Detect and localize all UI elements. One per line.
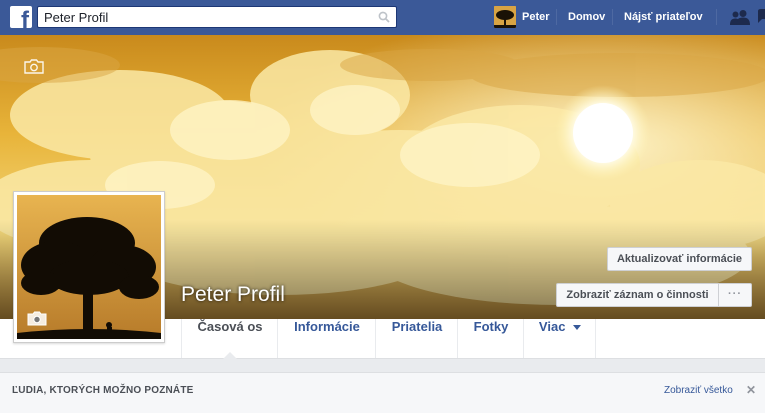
tab-label: Fotky — [473, 319, 509, 334]
camera-icon[interactable] — [27, 311, 47, 326]
tab-timeline[interactable]: Časová os — [181, 319, 278, 359]
active-tab-indicator — [223, 352, 237, 359]
more-options-button[interactable]: ··· — [718, 283, 752, 307]
profile-picture[interactable] — [17, 195, 161, 339]
facebook-logo-icon[interactable]: f — [10, 6, 32, 28]
nav-user-name: Peter — [522, 11, 550, 23]
tab-more[interactable]: Viac — [523, 319, 596, 358]
avatar — [494, 6, 516, 28]
dropdown-caret-icon — [573, 325, 582, 331]
tab-label: Viac — [538, 319, 566, 334]
tab-label: Časová os — [197, 319, 263, 334]
close-icon[interactable]: ✕ — [746, 383, 756, 397]
divider — [595, 319, 596, 358]
top-navigation-bar: f Peter Domov Nájsť priateľov — [0, 0, 765, 35]
update-info-button[interactable]: Aktualizovať informácie — [607, 247, 752, 271]
search-input[interactable] — [38, 7, 374, 27]
nav-find-friends-link[interactable]: Nájsť priateľov — [624, 11, 703, 23]
divider — [612, 9, 613, 25]
nav-home-link[interactable]: Domov — [568, 11, 605, 23]
tab-photos[interactable]: Fotky — [457, 319, 524, 358]
divider — [556, 9, 557, 25]
activity-log-button[interactable]: Zobraziť záznam o činnosti — [556, 283, 719, 307]
tab-friends[interactable]: Priatelia — [375, 319, 458, 358]
people-you-may-know-panel: ĽUDIA, KTORÝCH MOŽNO POZNÁTE Zobraziť vš… — [0, 372, 765, 413]
panel-title: ĽUDIA, KTORÝCH MOŽNO POZNÁTE — [12, 385, 194, 396]
search-icon[interactable] — [378, 11, 390, 23]
search-box[interactable] — [37, 6, 397, 28]
nav-profile-link[interactable]: Peter — [494, 6, 550, 28]
messages-icon[interactable] — [758, 9, 765, 25]
camera-icon[interactable] — [24, 59, 44, 74]
friend-requests-icon[interactable] — [730, 9, 750, 25]
see-all-link[interactable]: Zobraziť všetko — [664, 385, 733, 396]
divider — [716, 9, 717, 25]
tab-label: Informácie — [294, 319, 360, 334]
tab-label: Priatelia — [391, 319, 443, 334]
tab-about[interactable]: Informácie — [277, 319, 376, 358]
profile-name[interactable]: Peter Profil — [181, 283, 285, 307]
profile-picture-frame[interactable] — [13, 191, 165, 343]
